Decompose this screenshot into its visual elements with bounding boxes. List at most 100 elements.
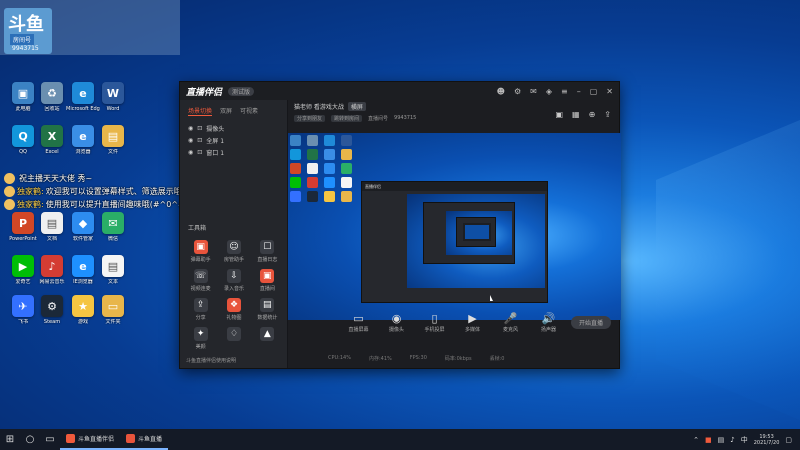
volume-icon[interactable]: ♪	[730, 436, 734, 444]
avatar-icon[interactable]: ☻	[497, 87, 505, 96]
notification-icon[interactable]: ▢	[785, 436, 792, 444]
toolbox-item[interactable]: ✦ 美颜	[184, 327, 217, 350]
maximize-icon[interactable]: ▢	[590, 87, 598, 96]
desktop-icon[interactable]: ⚙ Steam	[35, 295, 69, 325]
desktop-icon[interactable]: ▤ 文档	[35, 212, 69, 242]
goto-room-button[interactable]: 跳转到房间	[331, 114, 363, 122]
desktop-icon[interactable]: ♪ 网易云音乐	[35, 255, 69, 285]
eye-icon[interactable]: ◉	[188, 137, 193, 144]
source-control-button[interactable]: ▭ 直播屏幕	[347, 312, 371, 333]
taskbar-app[interactable]: 斗鱼直播伴侣	[60, 429, 121, 450]
chevron-up-icon[interactable]: ⌃	[693, 436, 699, 444]
lock-icon[interactable]: ⊡	[197, 137, 202, 144]
desktop-icon[interactable]: ◆ 软件管家	[66, 212, 100, 242]
task-view-icon[interactable]: ▭	[40, 429, 60, 450]
toolbox-item[interactable]: ⇩ 录入音乐	[217, 269, 250, 292]
taskbar-app[interactable]: 斗鱼直播	[120, 429, 169, 450]
toolbox-item[interactable]: ▤ 数据统计	[251, 298, 284, 321]
desktop-icon-label: Word	[106, 106, 120, 112]
start-live-button[interactable]: 开始直播	[570, 316, 611, 329]
desktop-icon[interactable]: W Word	[96, 82, 130, 112]
desktop-icon[interactable]: ★ 游戏	[66, 295, 100, 325]
clock[interactable]: 19:53 2021/7/20	[754, 434, 780, 446]
toolbox-item[interactable]: ☏ 视频连麦	[184, 269, 217, 292]
menu-icon[interactable]: ≡	[561, 87, 568, 96]
app-icon: X	[41, 125, 63, 147]
desktop-icon[interactable]: ▤ 文件	[96, 125, 130, 155]
app-icon	[66, 434, 75, 443]
preview-icon	[324, 177, 335, 188]
desktop-icon[interactable]: e Microsoft Edge	[66, 82, 100, 112]
live-companion-window[interactable]: 直播伴侣 测试版 ☻ ⚙ ✉ ◈ ≡ – ▢ ✕ 场景切换 双屏 可视素 ◉ ⊡ …	[179, 81, 621, 369]
share-button[interactable]: 分享到朋友	[294, 114, 326, 122]
toolbox-item[interactable]: ❖ 礼物图	[217, 298, 250, 321]
desktop-icon-label: 网易云音乐	[39, 279, 65, 285]
start-button[interactable]: ⊞	[0, 429, 20, 450]
message-icon[interactable]: ✉	[530, 87, 537, 96]
desktop-icon[interactable]: ▭ 文件夹	[96, 295, 130, 325]
stream-title[interactable]: 猫老师 看游戏大战	[294, 102, 344, 111]
nested-brand: 直播伴侣	[362, 182, 547, 191]
tool-label: 直播间	[259, 286, 275, 292]
eye-icon[interactable]: ◉	[188, 125, 193, 132]
toolbox-item[interactable]: ▣ 弹幕助手	[184, 240, 217, 263]
preview-icon	[324, 135, 335, 146]
toolbox-item[interactable]: ☺ 房管助手	[217, 240, 250, 263]
chat-avatar	[4, 186, 15, 197]
preview-icon	[290, 135, 301, 146]
tab-dual-screen[interactable]: 双屏	[220, 106, 232, 116]
pin-icon[interactable]: ⊕	[589, 110, 596, 119]
toolbox-item[interactable]: ⇪ 分享	[184, 298, 217, 321]
desktop-icon-label: Steam	[43, 319, 61, 325]
orientation-tag[interactable]: 横屏	[347, 101, 366, 111]
toolbox-item[interactable]: ☐ 直播日志	[251, 240, 284, 263]
preview-icon	[324, 163, 335, 174]
toolbox-item[interactable]: ♢	[217, 327, 250, 350]
desktop-icon[interactable]: ✉ 微信	[96, 212, 130, 242]
source-control-button[interactable]: 🎤 麦克风	[499, 312, 523, 333]
scene-item[interactable]: ◉ ⊡ 摄像头	[180, 122, 287, 134]
source-control-button[interactable]: ▶ 多媒体	[461, 312, 485, 333]
skin-icon[interactable]: ◈	[546, 87, 552, 96]
chat-text: 祝主播天天大佬 秀~	[19, 174, 93, 183]
minimize-icon[interactable]: –	[577, 87, 581, 96]
scene-item[interactable]: ◉ ⊡ 全屏 1	[180, 134, 287, 146]
eye-icon[interactable]: ◉	[188, 149, 193, 156]
layout-icon[interactable]: ▣	[555, 110, 563, 119]
close-icon[interactable]: ✕	[606, 87, 613, 96]
desktop-icon[interactable]: ▤ 文本	[96, 255, 130, 285]
ime-icon[interactable]: 中	[741, 435, 748, 445]
lock-icon[interactable]: ⊡	[197, 149, 202, 156]
share-icon[interactable]: ⇪	[604, 110, 611, 119]
toolbox-item[interactable]: ▲	[251, 327, 284, 350]
source-control-button[interactable]: ▯ 手机投屏	[423, 312, 447, 333]
status-item: FPS:30	[409, 355, 427, 361]
source-control-button[interactable]: ◉ 摄像头	[385, 312, 409, 333]
settings-icon[interactable]: ⚙	[514, 87, 521, 96]
desktop-icon-label: 浏览器	[75, 149, 91, 155]
scene-label: 摄像头	[206, 125, 225, 133]
desktop-icon[interactable]: e IE浏览器	[66, 255, 100, 285]
preview-icon	[307, 149, 318, 160]
toolbox-item[interactable]: ▣ 直播间	[251, 269, 284, 292]
desktop-icon[interactable]: e 浏览器	[66, 125, 100, 155]
live-preview-canvas[interactable]: 直播伴侣	[288, 133, 621, 320]
tool-icon: ▲	[260, 327, 275, 341]
network-icon[interactable]: ▤	[718, 436, 725, 444]
grid-icon[interactable]: ▦	[572, 110, 580, 119]
app-tray-icon[interactable]: ■	[705, 436, 712, 444]
lock-icon[interactable]: ⊡	[197, 125, 202, 132]
source-control-button[interactable]: 🔊 扬声器	[537, 312, 561, 333]
toolbox-title: 工具箱	[188, 225, 207, 232]
chat-text: 使用我可以提升直播间趣味哦(#^0^#)	[45, 200, 188, 209]
tab-scene[interactable]: 场景切换	[188, 106, 213, 116]
tab-visual[interactable]: 可视素	[240, 106, 258, 116]
desktop-icon[interactable]: X Excel	[35, 125, 69, 155]
search-icon[interactable]: ○	[20, 429, 40, 450]
help-link[interactable]: 斗鱼直播伴侣使用说明	[186, 357, 236, 364]
tool-icon: ☏	[193, 269, 208, 283]
control-icon: 🎤	[503, 312, 518, 325]
scene-item[interactable]: ◉ ⊡ 窗口 1	[180, 146, 287, 158]
window-titlebar[interactable]: 直播伴侣 测试版 ☻ ⚙ ✉ ◈ ≡ – ▢ ✕	[180, 82, 619, 100]
desktop-icon[interactable]: ♻ 回收站	[35, 82, 69, 112]
